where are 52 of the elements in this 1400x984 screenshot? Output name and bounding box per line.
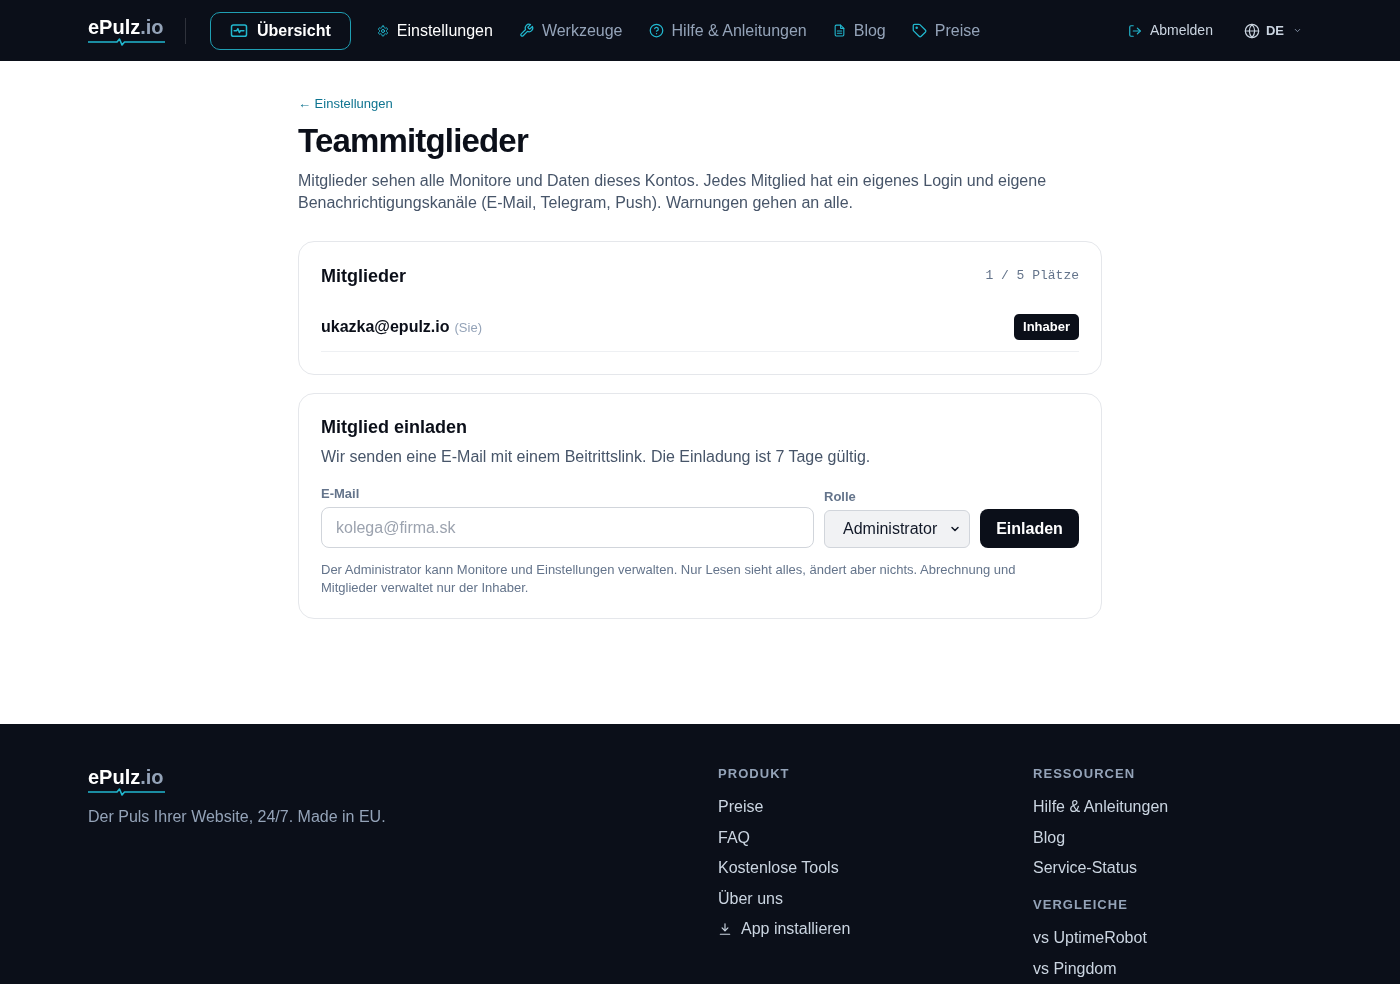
tag-icon bbox=[911, 23, 927, 38]
card-title: Mitglieder bbox=[321, 265, 406, 288]
footer-link[interactable]: App installieren bbox=[718, 917, 851, 941]
footer-heading: RESSOURCEN bbox=[1033, 765, 1137, 783]
footer-link[interactable]: Über uns bbox=[718, 886, 783, 911]
chevron-down-icon bbox=[1293, 26, 1302, 35]
footer-link[interactable]: vs UptimeRobot bbox=[1033, 926, 1147, 950]
nav-link[interactable]: Einstellungen bbox=[376, 18, 493, 43]
logout-icon bbox=[1127, 23, 1142, 38]
member-email: ukazka@epulz.io bbox=[321, 317, 450, 337]
footer-link[interactable]: Blog bbox=[1033, 825, 1066, 850]
page-description: Mitglieder sehen alle Monitore und Daten dieses Kontos. Jedes Mitglied hat ein eigenes Login und eigene Benachrichtigungskanäle (E-Mail, Telegram, Push). Warnungen gehen an alle. bbox=[298, 171, 1048, 213]
help-text: Der Administrator kann Monitore und Einstellungen verwalten. Nur Lesen sieht alles, ändert aber nichts. Abrechnung und Mitglieder verwaltet nur der Inhaber. bbox=[321, 561, 1017, 597]
card-description: Wir senden eine E-Mail mit einem Beitrittslink. Die Einladung ist 7 Tage gültig. bbox=[321, 447, 872, 467]
pulse-underline-icon bbox=[88, 38, 165, 46]
help-icon bbox=[648, 23, 664, 38]
nav-button[interactable]: Übersicht bbox=[210, 11, 351, 50]
nav-link[interactable]: Preise bbox=[911, 18, 981, 43]
pulse-underline-icon bbox=[88, 788, 165, 796]
settings-icon bbox=[376, 24, 389, 37]
footer-link[interactable]: FAQ bbox=[718, 825, 750, 850]
footer-link[interactable]: Kostenlose Tools bbox=[718, 856, 839, 880]
invite-button[interactable]: Einladen bbox=[980, 509, 1079, 548]
seat-count: 1 / 5 Plätze bbox=[985, 267, 1079, 286]
footer-link[interactable]: Service-Status bbox=[1033, 856, 1138, 880]
logo[interactable]: ePulz.io bbox=[88, 15, 165, 46]
nav-link[interactable]: Blog bbox=[832, 18, 886, 43]
nav-link[interactable]: Hilfe & Anleitungen bbox=[648, 18, 807, 43]
role-badge: Inhaber bbox=[1014, 314, 1079, 340]
member-note: (Sie) bbox=[454, 319, 482, 337]
email-input[interactable]: kolega@firma.sk bbox=[321, 507, 814, 548]
wrench-icon bbox=[518, 23, 534, 38]
document-icon bbox=[832, 23, 846, 38]
footer-link[interactable]: Preise bbox=[718, 795, 764, 819]
back-link[interactable]: ← Einstellungen bbox=[298, 94, 393, 114]
nav-link[interactable]: Werkzeuge bbox=[518, 18, 623, 43]
footer-heading: VERGLEICHE bbox=[1033, 896, 1129, 914]
globe-icon bbox=[1243, 22, 1260, 39]
download-icon bbox=[718, 922, 732, 936]
card-title: Mitglied einladen bbox=[321, 416, 468, 439]
logout-link[interactable]: Abmelden bbox=[1127, 20, 1213, 41]
role-select[interactable]: Administrator bbox=[824, 510, 970, 548]
footer-heading: PRODUKT bbox=[718, 765, 791, 783]
page-title: Teammitglieder bbox=[298, 121, 530, 161]
footer-link[interactable]: vs Pingdom bbox=[1033, 956, 1117, 981]
footer-tagline: Der Puls Ihrer Website, 24/7. Made in EU. bbox=[88, 807, 387, 827]
language-button[interactable]: DE bbox=[1243, 20, 1302, 41]
logo[interactable]: ePulz.io bbox=[88, 765, 165, 796]
field-label: E-Mail bbox=[321, 485, 361, 503]
monitor-pulse-icon bbox=[230, 21, 248, 40]
footer-link[interactable]: Hilfe & Anleitungen bbox=[1033, 795, 1169, 819]
field-label: Rolle bbox=[824, 488, 857, 506]
